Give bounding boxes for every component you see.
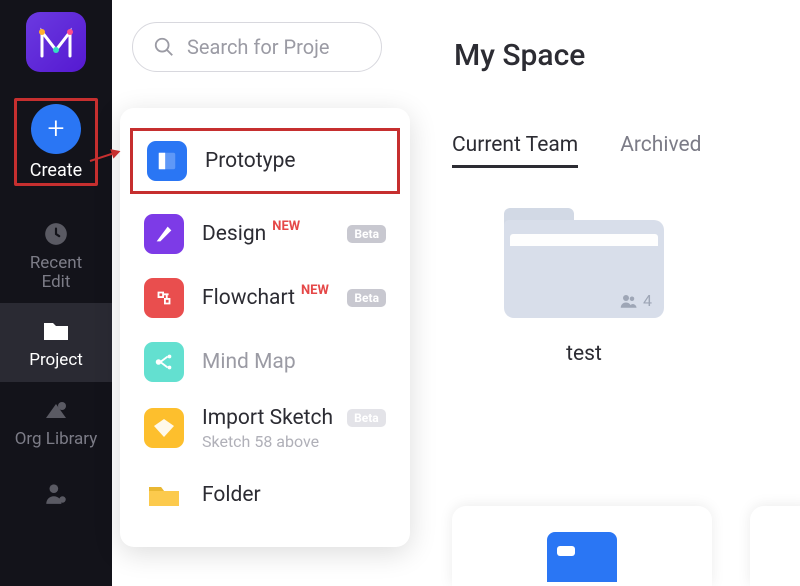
library-icon (40, 394, 72, 426)
create-label: Create (30, 160, 82, 181)
member-count: 4 (620, 291, 652, 310)
tab-archived[interactable]: Archived (620, 133, 701, 168)
search-icon (153, 36, 175, 58)
menu-label: Mind Map (202, 350, 296, 374)
create-button-highlight: + Create (14, 98, 98, 186)
project-thumbnail-icon (547, 532, 617, 582)
menu-item-import-sketch[interactable]: Import Sketch Beta Sketch 58 above (120, 394, 410, 463)
logo-icon (36, 22, 76, 62)
sidebar-item-label: Project (29, 351, 83, 370)
menu-label: Import Sketch Beta (202, 406, 386, 430)
new-badge: NEW (272, 219, 300, 234)
search-input[interactable]: Search for Proje (132, 22, 382, 72)
menu-sublabel: Sketch 58 above (202, 432, 386, 451)
folder-name: test (566, 342, 602, 366)
app-sidebar: + Create Recent Edit Project Org Library (0, 0, 112, 586)
clock-icon (40, 218, 72, 250)
content-area: My Space Current Team Archived 4 test (452, 0, 800, 586)
main-panel: Search for Proje Prototype Design NEW Be… (112, 0, 800, 586)
menu-item-flowchart[interactable]: Flowchart NEW Beta (120, 266, 410, 330)
menu-label: Folder (202, 483, 261, 507)
search-placeholder: Search for Proje (187, 35, 330, 59)
beta-badge: Beta (347, 289, 386, 307)
sketch-icon (144, 408, 184, 448)
project-card-partial[interactable] (750, 506, 800, 586)
project-card[interactable] (452, 506, 712, 586)
design-icon (144, 214, 184, 254)
sidebar-item-project[interactable]: Project (0, 303, 112, 382)
menu-label: Flowchart NEW (202, 286, 329, 310)
folder-icon (144, 475, 184, 515)
menu-item-folder[interactable]: Folder (120, 463, 410, 527)
app-logo[interactable] (26, 12, 86, 72)
sidebar-item-recent-edit[interactable]: Recent Edit (0, 206, 112, 303)
menu-label: Prototype (205, 149, 296, 173)
tab-current-team[interactable]: Current Team (452, 133, 578, 168)
mindmap-icon (144, 342, 184, 382)
create-button[interactable]: + (31, 104, 81, 154)
folder-thumbnail: 4 (504, 208, 664, 318)
beta-badge: Beta (347, 409, 386, 427)
new-badge: NEW (301, 283, 329, 298)
people-icon (620, 294, 638, 308)
menu-item-design[interactable]: Design NEW Beta (120, 202, 410, 266)
menu-label: Design NEW (202, 222, 300, 246)
folder-card[interactable]: 4 test (484, 208, 684, 366)
menu-item-prototype[interactable]: Prototype (130, 128, 400, 194)
user-icon (40, 477, 72, 509)
page-title: My Space (452, 38, 800, 73)
sidebar-item-org-library[interactable]: Org Library (0, 382, 112, 461)
beta-badge: Beta (347, 225, 386, 243)
tabs: Current Team Archived (452, 133, 800, 168)
folder-icon (40, 315, 72, 347)
sidebar-item-user[interactable] (0, 465, 112, 521)
sidebar-item-label: Org Library (15, 430, 98, 449)
flowchart-icon (144, 278, 184, 318)
menu-item-mindmap[interactable]: Mind Map (120, 330, 410, 394)
create-menu: Prototype Design NEW Beta Flowchart NEW … (120, 108, 410, 547)
plus-icon: + (48, 111, 65, 146)
sidebar-item-label: Recent Edit (30, 254, 82, 291)
prototype-icon (147, 141, 187, 181)
